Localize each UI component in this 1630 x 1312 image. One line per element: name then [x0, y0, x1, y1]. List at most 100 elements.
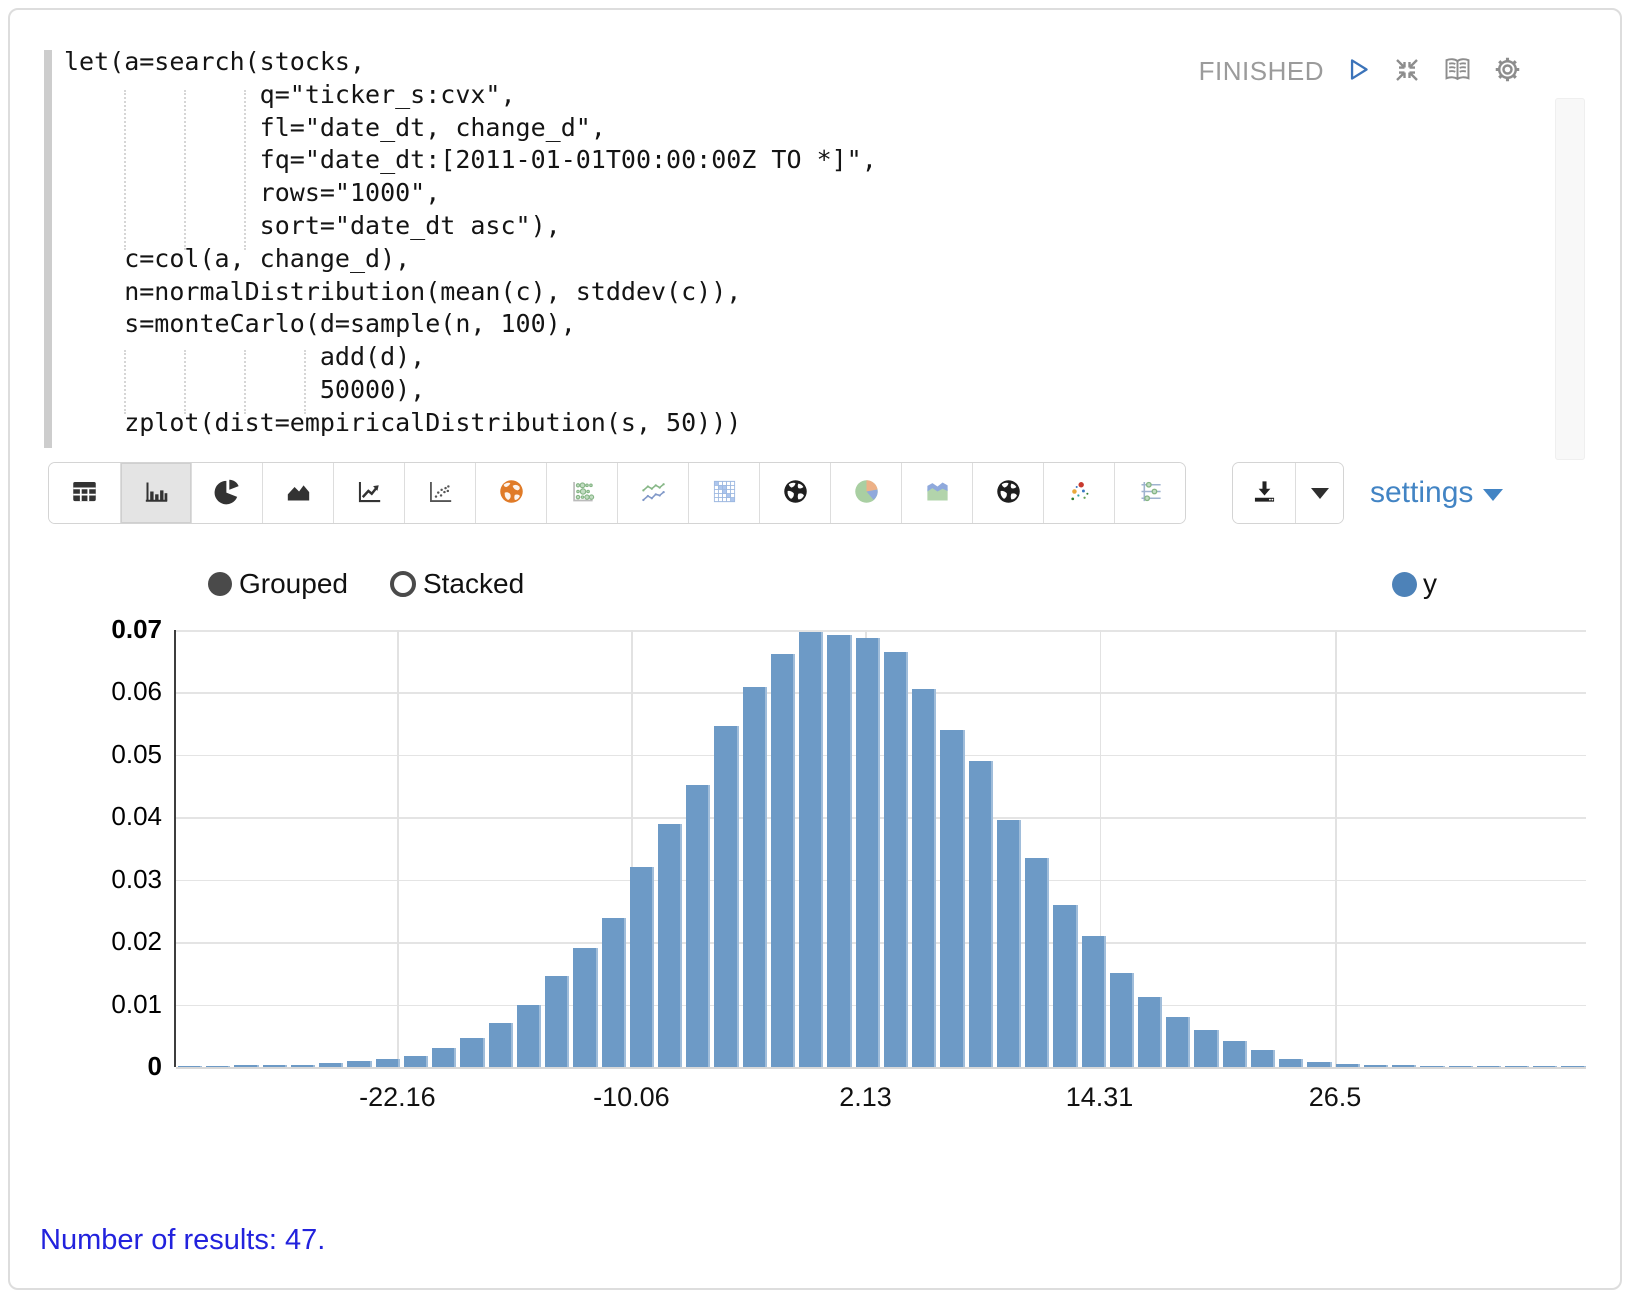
histogram-bar[interactable]	[1053, 905, 1077, 1067]
chart-type-pie2-button[interactable]	[830, 463, 901, 523]
histogram-plot[interactable]: 0.070.060.050.040.030.020.010-22.16-10.0…	[174, 630, 1586, 1067]
show-editor-button[interactable]	[1440, 54, 1474, 88]
parallel-coordinates-icon	[1137, 478, 1164, 508]
histogram-bar[interactable]	[771, 654, 795, 1067]
histogram-bar[interactable]	[940, 730, 964, 1067]
histogram-bar[interactable]	[686, 785, 710, 1067]
histogram-bar[interactable]	[827, 635, 851, 1067]
stacked-radio[interactable]: Stacked	[390, 568, 524, 600]
histogram-bar[interactable]	[432, 1048, 456, 1067]
chart-type-globe1-button[interactable]	[759, 463, 830, 523]
paragraph-panel: let(a=search(stocks, q="ticker_s:cvx", f…	[8, 8, 1622, 1290]
chart-type-multiline-button[interactable]	[617, 463, 688, 523]
download-options-button[interactable]	[1295, 463, 1343, 523]
histogram-bar[interactable]	[1505, 1066, 1529, 1068]
chart-type-pie-button[interactable]	[191, 463, 262, 523]
histogram-bar[interactable]	[263, 1065, 287, 1067]
histogram-bar[interactable]	[347, 1061, 371, 1067]
indent-guide	[244, 350, 246, 414]
histogram-bar[interactable]	[1392, 1065, 1416, 1067]
histogram-bar[interactable]	[997, 820, 1021, 1067]
histogram-bar[interactable]	[658, 824, 682, 1067]
series-legend[interactable]: y	[1392, 568, 1437, 600]
histogram-bar[interactable]	[602, 918, 626, 1067]
histogram-bar[interactable]	[1449, 1066, 1473, 1068]
histogram-bar[interactable]	[1336, 1064, 1360, 1067]
chart-type-heatmap-button[interactable]	[688, 463, 759, 523]
y-tick-label: 0	[34, 1051, 162, 1082]
x-tick-label: -10.06	[593, 1082, 670, 1113]
series-label: y	[1423, 568, 1437, 600]
histogram-bar[interactable]	[856, 638, 880, 1068]
chart-type-globe2-button[interactable]	[972, 463, 1043, 523]
chart-type-scatter2-button[interactable]	[1043, 463, 1114, 523]
paragraph-settings-button[interactable]	[1490, 54, 1524, 88]
histogram-bar[interactable]	[319, 1063, 343, 1067]
histogram-bar[interactable]	[1110, 973, 1134, 1067]
table-icon	[71, 478, 98, 508]
histogram-bar[interactable]	[1561, 1066, 1585, 1068]
scatter-plot-icon	[427, 478, 454, 508]
histogram-bar[interactable]	[206, 1066, 230, 1068]
chart-type-area2-button[interactable]	[901, 463, 972, 523]
globe-orange-icon	[498, 478, 525, 508]
y-tick-label: 0.07	[34, 614, 162, 645]
histogram-bar[interactable]	[884, 652, 908, 1067]
chart-type-map-button[interactable]	[475, 463, 546, 523]
histogram-bar[interactable]	[234, 1065, 258, 1067]
play-icon	[1343, 55, 1372, 87]
x-tick-label: 14.31	[1066, 1082, 1134, 1113]
histogram-bar[interactable]	[1251, 1050, 1275, 1067]
histogram-bar[interactable]	[404, 1056, 428, 1067]
histogram-bar[interactable]	[460, 1038, 484, 1067]
histogram-bar[interactable]	[969, 761, 993, 1067]
code-editor[interactable]: let(a=search(stocks, q="ticker_s:cvx", f…	[10, 10, 1620, 462]
run-button[interactable]	[1340, 54, 1374, 88]
chart-type-bubble-button[interactable]	[546, 463, 617, 523]
chart-type-table-button[interactable]	[49, 463, 120, 523]
histogram-bar[interactable]	[376, 1059, 400, 1067]
chart-type-line-button[interactable]	[333, 463, 404, 523]
grouped-label: Grouped	[239, 568, 348, 600]
histogram-bar[interactable]	[912, 689, 936, 1067]
histogram-bar[interactable]	[1477, 1066, 1501, 1068]
histogram-bar[interactable]	[1138, 997, 1162, 1067]
histogram-bar[interactable]	[1082, 936, 1106, 1067]
results-count: Number of results: 47.	[40, 1224, 325, 1257]
histogram-bar[interactable]	[714, 726, 738, 1067]
chart-type-parallel-button[interactable]	[1114, 463, 1185, 523]
area-chart-icon	[285, 478, 312, 508]
download-icon	[1251, 478, 1278, 508]
histogram-bar[interactable]	[1420, 1066, 1444, 1068]
histogram-bar[interactable]	[799, 632, 823, 1067]
histogram-bar[interactable]	[517, 1005, 541, 1067]
collapse-button[interactable]	[1390, 54, 1424, 88]
chart-type-scatter-button[interactable]	[404, 463, 475, 523]
histogram-bar[interactable]	[545, 976, 569, 1067]
histogram-bar[interactable]	[1533, 1066, 1557, 1068]
histogram-bar[interactable]	[1223, 1041, 1247, 1067]
histogram-bar[interactable]	[1025, 858, 1049, 1067]
histogram-bar[interactable]	[743, 687, 767, 1067]
multi-line-icon	[640, 478, 667, 508]
histogram-bar[interactable]	[489, 1023, 513, 1067]
histogram-bar[interactable]	[1166, 1017, 1190, 1067]
histogram-bar[interactable]	[1279, 1059, 1303, 1067]
histogram-bar[interactable]	[291, 1065, 315, 1067]
download-button[interactable]	[1233, 463, 1295, 523]
editor-scrollbar[interactable]	[1555, 98, 1585, 460]
grouped-radio[interactable]: Grouped	[208, 568, 348, 600]
series-color-dot	[1392, 572, 1417, 597]
histogram-bar[interactable]	[1364, 1065, 1388, 1067]
indent-guide	[124, 90, 126, 250]
histogram-bar[interactable]	[1194, 1030, 1218, 1067]
histogram-bar[interactable]	[1307, 1062, 1331, 1067]
chart-type-toolbar	[48, 462, 1186, 524]
histogram-bar[interactable]	[630, 867, 654, 1067]
chart-type-bar-button[interactable]	[120, 463, 191, 523]
chart-type-area-button[interactable]	[262, 463, 333, 523]
globe-dark2-icon	[995, 478, 1022, 508]
histogram-bar[interactable]	[573, 948, 597, 1067]
histogram-bar[interactable]	[178, 1066, 202, 1068]
settings-toggle[interactable]: settings	[1370, 476, 1503, 510]
